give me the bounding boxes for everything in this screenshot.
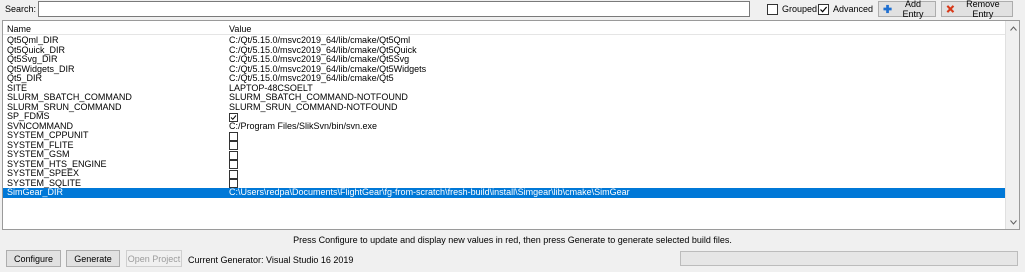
scroll-up-icon[interactable] [1006, 21, 1019, 35]
row-value[interactable]: SLURM_SRUN_COMMAND-NOTFOUND [229, 102, 398, 113]
toolbar: Search: Grouped Advanced Add Entry Remov… [0, 0, 1025, 19]
row-value[interactable]: C:/Program Files/SlikSvn/bin/svn.exe [229, 121, 377, 132]
table-row[interactable]: SimGear_DIR C:\Users\redpa\Documents\Flig… [3, 187, 1006, 198]
row-value-checkbox[interactable] [229, 131, 238, 141]
search-label: Search: [5, 4, 37, 14]
remove-entry-button[interactable]: Remove Entry [941, 0, 1013, 19]
grouped-checkbox-box[interactable] [767, 3, 778, 15]
row-value-checkbox[interactable] [229, 169, 238, 179]
status-message: Press Configure to update and display ne… [293, 235, 732, 245]
vertical-scrollbar[interactable] [1005, 21, 1019, 229]
remove-entry-label: Remove Entry [966, 0, 1000, 19]
table-row[interactable]: SP_FDMS [3, 111, 1006, 122]
configure-button[interactable]: Configure [6, 250, 61, 267]
table-body: Qt5Qml_DIR C:/Qt/5.15.0/msvc2019_64/lib/c… [3, 35, 1006, 198]
table-row[interactable]: Qt5Svg_DIR C:/Qt/5.15.0/msvc2019_64/lib/c… [3, 54, 1006, 65]
grouped-label: Grouped [782, 4, 818, 14]
checkmark-icon [230, 114, 237, 120]
row-value[interactable]: C:\Users\redpa\Documents\FlightGear\fg-f… [229, 187, 630, 198]
table-header: Name Value [3, 21, 1006, 35]
cache-table[interactable]: Name Value Qt5Qml_DIR C:/Qt/5.15.0/msvc20… [2, 20, 1020, 230]
advanced-checkbox[interactable]: Advanced [818, 2, 873, 16]
progress-bar [680, 251, 1018, 266]
table-row[interactable]: SYSTEM_HTS_ENGINE [3, 159, 1006, 169]
checkmark-icon [820, 6, 828, 13]
row-value-checkbox[interactable] [229, 150, 238, 160]
generate-button[interactable]: Generate [66, 250, 120, 267]
advanced-label: Advanced [833, 4, 874, 14]
table-row[interactable]: SVNCOMMAND C:/Program Files/SlikSvn/bin/s… [3, 121, 1006, 132]
scroll-down-icon[interactable] [1006, 215, 1019, 229]
row-value-checkbox[interactable] [229, 160, 238, 169]
table-row[interactable]: SLURM_SBATCH_COMMAND SLURM_SBATCH_COMMAND… [3, 92, 1006, 103]
row-value-checkbox[interactable] [229, 141, 238, 150]
table-row[interactable]: Qt5Qml_DIR C:/Qt/5.15.0/msvc2019_64/lib/c… [3, 35, 1006, 46]
table-row[interactable]: SYSTEM_FLITE [3, 140, 1006, 150]
value-column-header[interactable]: Value [229, 24, 251, 34]
add-entry-button[interactable]: Add Entry [878, 0, 936, 19]
table-row[interactable]: Qt5Widgets_DIR C:/Qt/5.15.0/msvc2019_64/l… [3, 64, 1006, 75]
open-project-button[interactable]: Open Project [126, 250, 182, 267]
row-name: SimGear_DIR [7, 187, 64, 197]
search-input[interactable] [38, 1, 750, 17]
name-column-header[interactable]: Name [7, 24, 31, 34]
table-row[interactable]: SLURM_SRUN_COMMAND SLURM_SRUN_COMMAND-NOT… [3, 102, 1006, 113]
table-row[interactable]: Qt5Quick_DIR C:/Qt/5.15.0/msvc2019_64/lib… [3, 45, 1006, 56]
table-row[interactable]: SYSTEM_SPEEX [3, 168, 1006, 179]
add-entry-label: Add Entry [902, 0, 924, 19]
table-row[interactable]: SYSTEM_CPPUNIT [3, 130, 1006, 141]
add-icon [883, 4, 892, 14]
advanced-checkbox-box[interactable] [818, 3, 829, 15]
table-row[interactable]: Qt5_DIR C:/Qt/5.15.0/msvc2019_64/lib/cmak… [3, 73, 1006, 84]
grouped-checkbox[interactable]: Grouped [767, 2, 817, 16]
table-row[interactable]: SYSTEM_GSM [3, 149, 1006, 160]
table-row[interactable]: SITE LAPTOP-48CSOELT [3, 83, 1006, 94]
current-generator-label: Current Generator: Visual Studio 16 2019 [188, 255, 354, 265]
remove-icon [946, 5, 955, 13]
